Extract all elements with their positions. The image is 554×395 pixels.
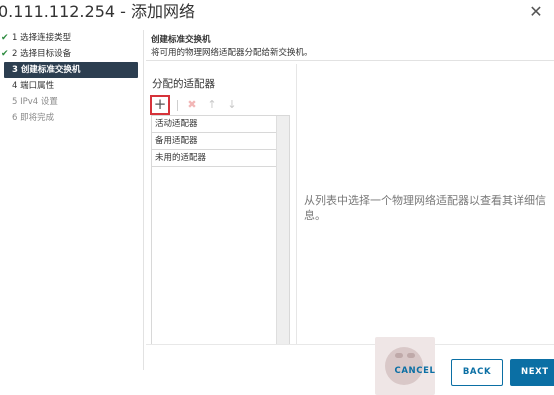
window-title: 0.111.112.254 - 添加网络 [0,2,196,21]
assigned-adapters-label: 分配的适配器 [152,78,215,90]
adapter-list[interactable]: 活动适配器 备用适配器 未用的适配器 [151,115,290,345]
step-select-target-device[interactable]: ✔ 2 选择目标设备 [0,46,140,62]
watermark-eye [407,353,415,358]
list-item-unused-adapters[interactable]: 未用的适配器 [152,150,276,167]
toolbar-separator [177,100,178,111]
page-title: 创建标准交换机 [151,35,211,45]
detail-placeholder-message: 从列表中选择一个物理网络适配器以查看其详细信息。 [304,194,546,222]
page-subtitle: 将可用的物理网络适配器分配给新交换机。 [151,48,313,58]
cancel-button[interactable]: CANCEL [388,359,442,386]
step-label: 6 即将完成 [12,113,55,123]
step-label: 3 创建标准交换机 [12,65,81,75]
adapters-toolbar: + ✖ ↑ ↓ [150,95,290,115]
header-divider [146,60,554,61]
move-up-icon[interactable]: ↑ [202,95,222,115]
list-item-active-adapters[interactable]: 活动适配器 [152,116,276,133]
step-port-properties[interactable]: 4 端口属性 [0,78,140,94]
add-adapter-button[interactable]: + [150,95,170,115]
checkmark-icon: ✔ [1,33,9,43]
step-label: 1 选择连接类型 [12,33,72,43]
list-item-standby-adapters[interactable]: 备用适配器 [152,133,276,150]
window-title-bar: 0.111.112.254 - 添加网络 ✕ [0,0,554,26]
step-label: 4 端口属性 [12,81,55,91]
list-scrollbar[interactable] [276,116,289,345]
wizard-steps: ✔ 1 选择连接类型 ✔ 2 选择目标设备 3 创建标准交换机 4 端口属性 5… [0,30,140,126]
back-button[interactable]: BACK [451,359,503,386]
remove-icon[interactable]: ✖ [182,95,202,115]
next-button[interactable]: NEXT [510,359,554,386]
footer-divider [146,344,554,345]
close-icon[interactable]: ✕ [526,2,546,22]
checkmark-icon: ✔ [1,49,9,59]
step-label: 2 选择目标设备 [12,49,72,59]
watermark-eye [395,353,403,358]
move-down-icon[interactable]: ↓ [222,95,242,115]
step-create-standard-switch[interactable]: 3 创建标准交换机 [4,62,138,78]
step-select-connection-type[interactable]: ✔ 1 选择连接类型 [0,30,140,46]
step-ipv4-settings: 5 IPv4 设置 [0,94,140,110]
step-ready-to-complete: 6 即将完成 [0,110,140,126]
steps-divider [143,30,144,370]
step-label: 5 IPv4 设置 [12,97,58,107]
detail-divider [296,64,297,344]
